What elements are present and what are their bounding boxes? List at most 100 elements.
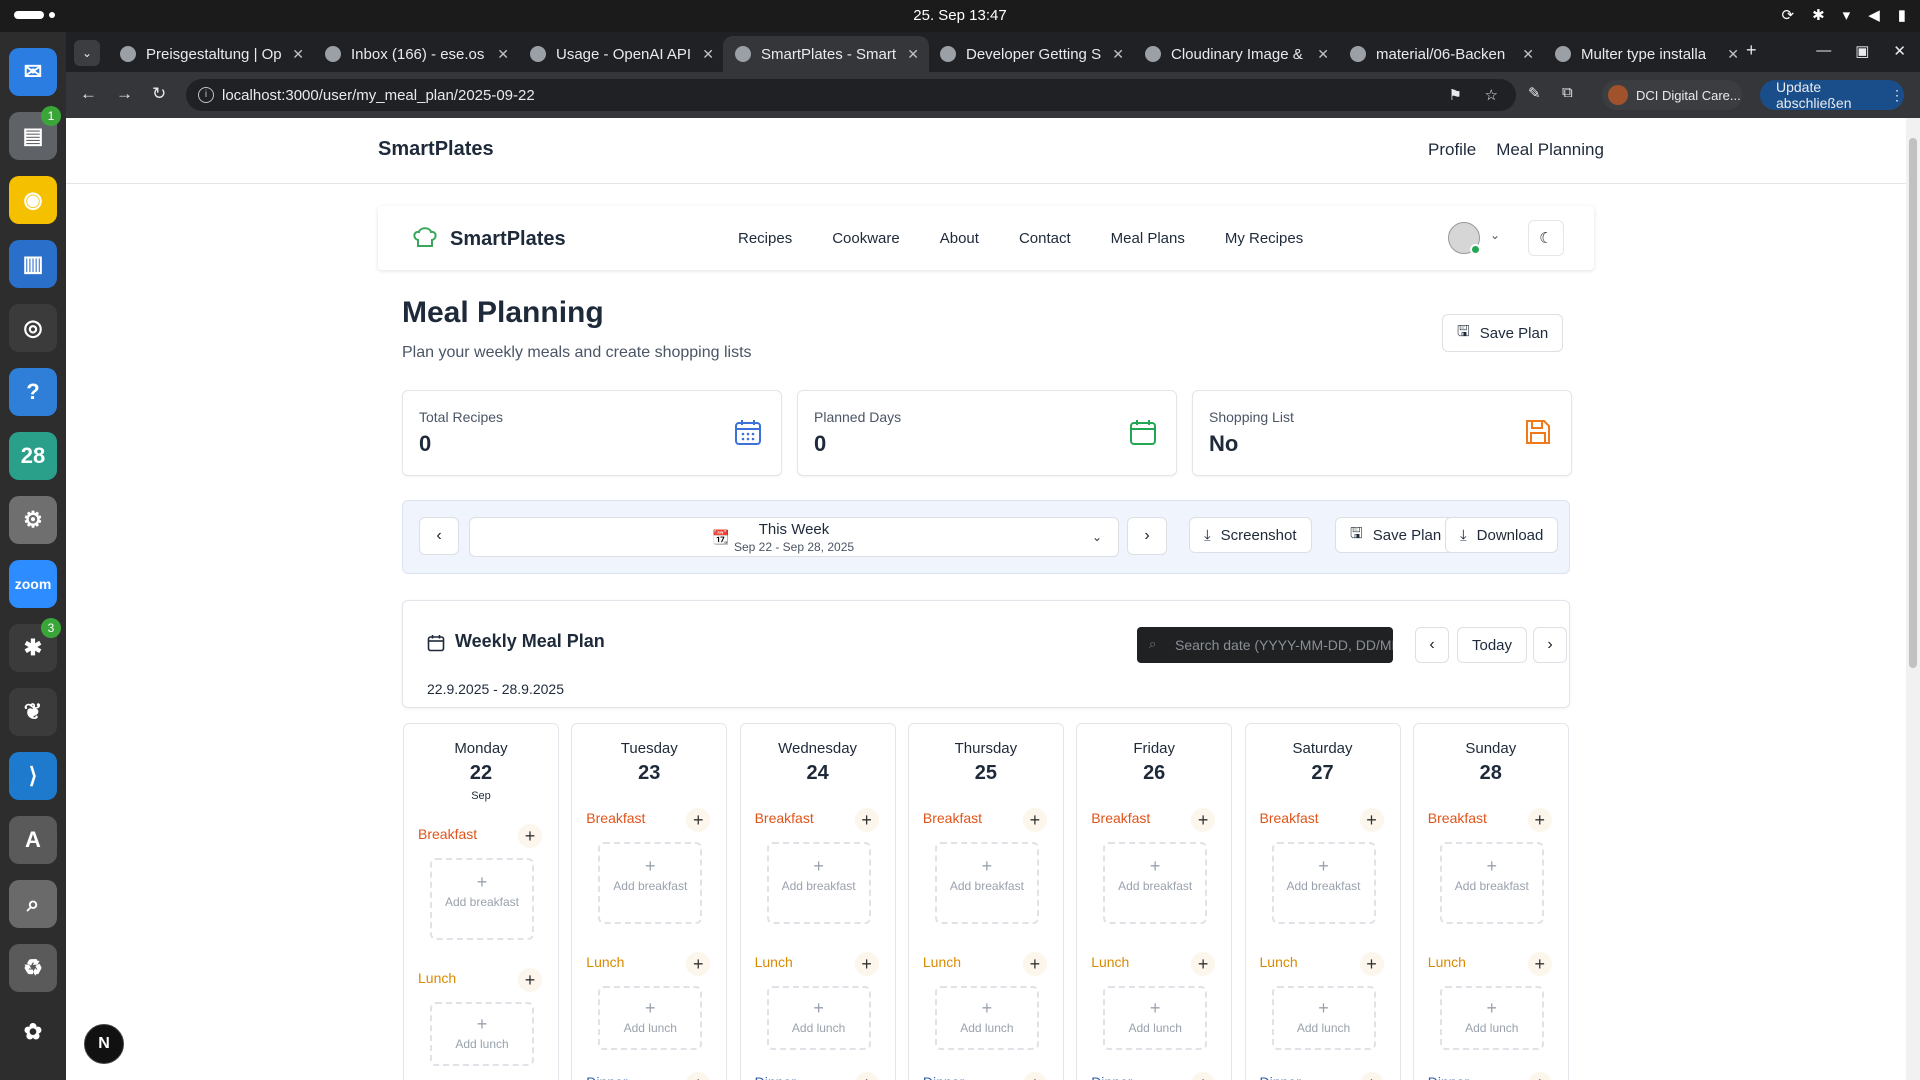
- close-tab-icon[interactable]: ✕: [1112, 46, 1124, 63]
- add-lunch-button[interactable]: +: [1022, 952, 1047, 976]
- add-lunch-button[interactable]: +: [1191, 952, 1216, 976]
- bookmark-star-icon[interactable]: ☆: [1485, 86, 1498, 104]
- browser-tab[interactable]: Inbox (166) - ese.os ✕: [313, 36, 519, 72]
- add-lunch-button[interactable]: +: [1359, 952, 1384, 976]
- outer-nav-profile[interactable]: Profile: [1428, 140, 1476, 160]
- close-tab-icon[interactable]: ✕: [907, 46, 919, 63]
- sync-icon[interactable]: ⟳: [1782, 6, 1795, 24]
- dock-settings-icon[interactable]: ⚙: [9, 496, 57, 544]
- dock-writer-icon[interactable]: ▥: [9, 240, 57, 288]
- pen-extension-icon[interactable]: ✎: [1528, 84, 1541, 102]
- add-lunch-button[interactable]: +: [854, 952, 879, 976]
- add-breakfast-button[interactable]: +: [686, 808, 711, 832]
- add-breakfast-slot[interactable]: + Add breakfast: [1103, 842, 1208, 924]
- dock-apps-grid-icon[interactable]: ✿: [9, 1008, 57, 1056]
- wifi-icon[interactable]: ▾: [1843, 6, 1851, 24]
- menu-kebab-icon[interactable]: ⋮: [1890, 87, 1904, 104]
- nav-meal-plans[interactable]: Meal Plans: [1111, 230, 1185, 247]
- add-dinner-button[interactable]: +: [1191, 1072, 1216, 1080]
- add-breakfast-button[interactable]: +: [1191, 808, 1216, 832]
- add-breakfast-slot[interactable]: + Add breakfast: [766, 842, 871, 924]
- close-tab-icon[interactable]: ✕: [292, 46, 304, 63]
- dock-trash-icon[interactable]: ♻: [9, 944, 57, 992]
- scrollbar-thumb[interactable]: [1909, 138, 1917, 668]
- theme-toggle-button[interactable]: ☾: [1528, 220, 1564, 256]
- add-lunch-button[interactable]: +: [1527, 952, 1552, 976]
- add-breakfast-slot[interactable]: + Add breakfast: [598, 842, 703, 924]
- add-lunch-slot[interactable]: + Add lunch: [1103, 986, 1208, 1050]
- forward-icon[interactable]: →: [116, 84, 133, 104]
- add-breakfast-slot[interactable]: + Add breakfast: [1271, 842, 1376, 924]
- add-dinner-button[interactable]: +: [1527, 1072, 1552, 1080]
- prev-week-button[interactable]: ‹: [419, 517, 459, 555]
- outer-nav-meal-planning[interactable]: Meal Planning: [1496, 140, 1604, 160]
- extensions-icon[interactable]: ⧉: [1562, 84, 1573, 101]
- add-breakfast-slot[interactable]: + Add breakfast: [934, 842, 1039, 924]
- next-day-button[interactable]: ›: [1533, 627, 1567, 663]
- add-breakfast-slot[interactable]: + Add breakfast: [1439, 842, 1544, 924]
- maximize-icon[interactable]: ▣: [1855, 42, 1869, 60]
- add-lunch-slot[interactable]: + Add lunch: [934, 986, 1039, 1050]
- system-tray[interactable]: ⟳ ✱ ▾ ◀ ▮: [1782, 6, 1907, 24]
- volume-icon[interactable]: ◀: [1868, 6, 1880, 24]
- add-dinner-button[interactable]: +: [1359, 1072, 1384, 1080]
- close-window-icon[interactable]: ✕: [1893, 42, 1906, 60]
- address-bar[interactable]: i localhost:3000/user/my_meal_plan/2025-…: [186, 79, 1516, 111]
- brand-name[interactable]: SmartPlates: [450, 228, 566, 251]
- nextjs-dev-indicator[interactable]: N: [84, 1024, 124, 1064]
- nav-recipes[interactable]: Recipes: [738, 230, 792, 247]
- dock-thunderbird-icon[interactable]: ✉: [9, 48, 57, 96]
- nav-about[interactable]: About: [940, 230, 979, 247]
- dock-chrome-icon[interactable]: ◎: [9, 304, 57, 352]
- slack-tray-icon[interactable]: ✱: [1812, 6, 1825, 24]
- add-dinner-button[interactable]: +: [854, 1072, 879, 1080]
- week-save-plan-button[interactable]: 🖫 Save Plan: [1335, 517, 1457, 553]
- browser-tab[interactable]: Cloudinary Image & ✕: [1133, 36, 1339, 72]
- add-lunch-slot[interactable]: + Add lunch: [1271, 986, 1376, 1050]
- site-info-icon[interactable]: i: [198, 87, 214, 103]
- close-tab-icon[interactable]: ✕: [497, 46, 509, 63]
- next-week-button[interactable]: ›: [1127, 517, 1167, 555]
- close-tab-icon[interactable]: ✕: [1727, 46, 1739, 63]
- download-button[interactable]: ⤓ Download: [1445, 517, 1559, 553]
- add-lunch-button[interactable]: +: [518, 968, 542, 992]
- tab-search-button[interactable]: ⌄: [74, 40, 100, 66]
- page-scrollbar[interactable]: [1906, 118, 1920, 1080]
- add-dinner-button[interactable]: +: [686, 1072, 711, 1080]
- profile-chip[interactable]: DCI Digital Care...: [1602, 80, 1742, 110]
- browser-tab[interactable]: Developer Getting S ✕: [928, 36, 1134, 72]
- close-tab-icon[interactable]: ✕: [702, 46, 714, 63]
- add-lunch-button[interactable]: +: [686, 952, 711, 976]
- browser-tab[interactable]: Preisgestaltung | Op ✕: [108, 36, 314, 72]
- dock-screenshot-icon[interactable]: ⌕: [9, 880, 57, 928]
- close-tab-icon[interactable]: ✕: [1522, 46, 1534, 63]
- screenshot-button[interactable]: ⤓ Screenshot: [1189, 517, 1312, 553]
- add-breakfast-button[interactable]: +: [854, 808, 879, 832]
- dock-slack-icon[interactable]: ✱ 3: [9, 618, 61, 672]
- dock-mongodb-icon[interactable]: ❦: [9, 688, 57, 736]
- dock-zoom-icon[interactable]: zoom: [9, 560, 57, 608]
- add-lunch-slot[interactable]: + Add lunch: [430, 1002, 534, 1066]
- new-tab-button[interactable]: +: [1746, 40, 1757, 61]
- browser-tab[interactable]: SmartPlates - Smart ✕: [723, 36, 929, 72]
- week-select-dropdown[interactable]: 📆 This Week Sep 22 - Sep 28, 2025 ⌄: [469, 517, 1119, 557]
- add-breakfast-button[interactable]: +: [1359, 808, 1384, 832]
- dock-vscode-icon[interactable]: ⟩: [9, 752, 57, 800]
- add-lunch-slot[interactable]: + Add lunch: [598, 986, 703, 1050]
- add-breakfast-slot[interactable]: + Add breakfast: [430, 858, 534, 940]
- close-tab-icon[interactable]: ✕: [1317, 46, 1329, 63]
- system-clock[interactable]: 25. Sep 13:47: [0, 7, 1920, 24]
- browser-tab[interactable]: Usage - OpenAI API ✕: [518, 36, 724, 72]
- add-lunch-slot[interactable]: + Add lunch: [1439, 986, 1544, 1050]
- translate-icon[interactable]: ⚑: [1449, 86, 1462, 104]
- nav-my-recipes[interactable]: My Recipes: [1225, 230, 1303, 247]
- today-button[interactable]: Today: [1457, 627, 1528, 663]
- browser-tab[interactable]: material/06-Backen ✕: [1338, 36, 1544, 72]
- dock-rhythmbox-icon[interactable]: ◉: [9, 176, 57, 224]
- add-breakfast-button[interactable]: +: [1527, 808, 1552, 832]
- outer-brand[interactable]: SmartPlates: [378, 138, 494, 161]
- nav-contact[interactable]: Contact: [1019, 230, 1071, 247]
- browser-tab[interactable]: Multer type installa ✕: [1543, 36, 1749, 72]
- add-breakfast-button[interactable]: +: [1022, 808, 1047, 832]
- update-button[interactable]: Update abschließen ⋮: [1760, 79, 1904, 111]
